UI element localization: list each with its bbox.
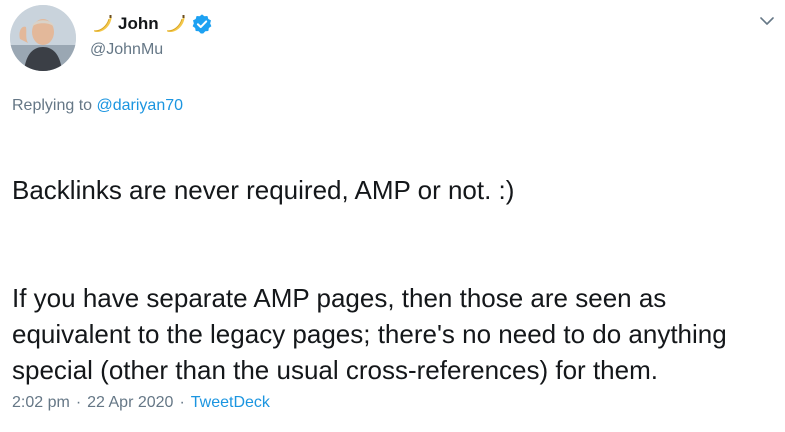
verified-badge-icon <box>192 14 211 34</box>
author-display-name[interactable]: John <box>118 14 159 34</box>
tweet-date[interactable]: 22 Apr 2020 <box>87 394 173 412</box>
person-photo-avatar-icon <box>10 5 76 71</box>
author-name-row[interactable]: John <box>90 11 213 37</box>
author-handle[interactable]: @JohnMu <box>90 41 163 59</box>
tweet-time[interactable]: 2:02 pm <box>12 394 70 412</box>
tweet-source-link[interactable]: TweetDeck <box>191 394 270 412</box>
reply-mention-link[interactable]: @dariyan70 <box>97 97 184 114</box>
replying-to-label: Replying to <box>12 97 97 114</box>
avatar[interactable] <box>10 5 76 71</box>
tweet-paragraph: If you have separate AMP pages, then tho… <box>12 283 727 385</box>
meta-separator: · <box>75 394 82 411</box>
tweet-card: John @JohnMu Replying to @dariyan70 Back… <box>0 0 785 432</box>
banana-icon <box>166 15 185 33</box>
chevron-down-icon[interactable] <box>758 12 776 30</box>
banana-icon <box>94 15 112 33</box>
tweet-meta: 2:02 pm · 22 Apr 2020 · TweetDeck <box>12 394 270 412</box>
meta-separator: · <box>179 394 185 411</box>
tweet-text: Backlinks are never required, AMP or not… <box>12 136 777 424</box>
replying-to: Replying to @dariyan70 <box>12 97 183 115</box>
tweet-paragraph: Backlinks are never required, AMP or not… <box>12 175 515 205</box>
